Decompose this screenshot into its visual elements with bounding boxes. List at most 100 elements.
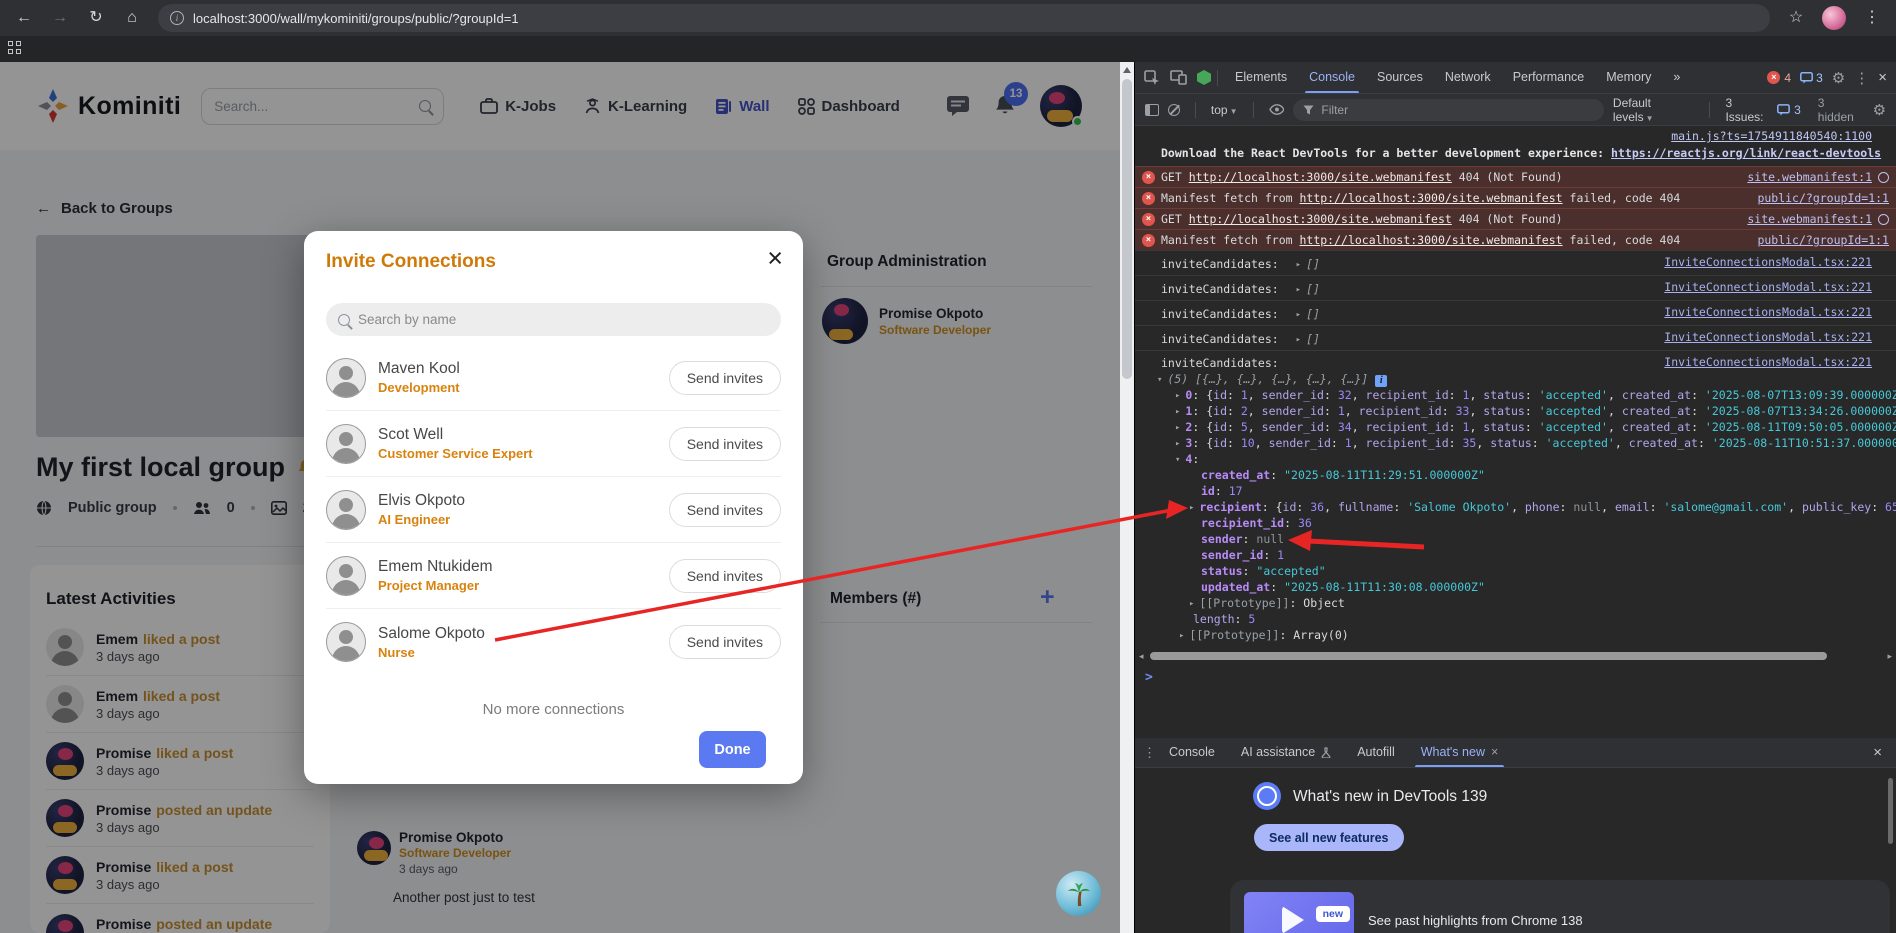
back-icon[interactable]: ← [14,8,34,28]
send-invites-button[interactable]: Send invites [669,427,781,461]
console-log-row[interactable]: inviteCandidates: ▸[] InviteConnectionsM… [1135,300,1896,325]
console-log-row[interactable]: inviteCandidates: ▸[] InviteConnectionsM… [1135,325,1896,350]
source-link[interactable]: site.webmanifest:1 [1747,170,1872,185]
browser-profile-avatar[interactable] [1822,6,1846,30]
console-info-row[interactable]: main.js?ts=1754911840540:1100 Download t… [1135,126,1896,166]
send-invites-button[interactable]: Send invites [669,493,781,527]
apps-grid-icon[interactable] [8,41,24,57]
more-tabs-icon[interactable]: » [1673,62,1680,93]
tab-sources[interactable]: Sources [1377,62,1423,93]
scroll-right-icon[interactable]: ▸ [1887,651,1892,662]
console-filter-input[interactable]: Filter [1293,99,1603,121]
disclosure-icon[interactable]: ▸ [1175,389,1180,404]
drawer-tab-whats-new[interactable]: What's new× [1421,738,1499,767]
devtools-menu-icon[interactable]: ⋮ [1854,69,1869,87]
source-link[interactable]: InviteConnectionsModal.tsx:221 [1664,280,1872,295]
console-error-row[interactable]: × GET http://localhost:3000/site.webmani… [1135,208,1896,229]
palm-tree-fab[interactable] [1056,871,1101,916]
modal-close-icon[interactable]: × [767,243,783,273]
clear-console-icon[interactable] [1168,104,1180,116]
source-link[interactable]: InviteConnectionsModal.tsx:221 [1664,330,1872,345]
disclosure-icon[interactable]: ▸ [1189,501,1194,516]
settings-gear-icon[interactable]: ⚙ [1832,69,1845,87]
page-scrollbar[interactable] [1120,62,1134,933]
issues-link[interactable]: 3 Issues: 3 [1725,96,1800,124]
scrollbar-thumb[interactable] [1122,79,1132,379]
scrollbar-thumb[interactable] [1150,652,1827,660]
forward-icon[interactable]: → [50,8,70,28]
disclosure-icon[interactable]: ▸ [1175,421,1180,436]
site-info-icon[interactable]: i [170,11,184,25]
address-bar[interactable]: i localhost:3000/wall/mykominiti/groups/… [158,4,1770,32]
source-link[interactable]: main.js?ts=1754911840540:1100 [1671,129,1872,144]
eye-icon[interactable] [1269,104,1285,115]
console-settings-gear-icon[interactable]: ⚙ [1873,101,1886,119]
tab-network[interactable]: Network [1445,62,1491,93]
console-log-row[interactable]: inviteCandidates: ▸[] InviteConnectionsM… [1135,250,1896,275]
array-item-line[interactable]: ▾4: [1135,452,1896,468]
drawer-close-icon[interactable]: × [1873,744,1888,761]
disclosure-icon[interactable]: ▸ [1175,437,1180,452]
issues-count-badge[interactable]: 3 [1800,71,1823,85]
array-item-line[interactable]: ▸0: {id: 1, sender_id: 32, recipient_id:… [1135,388,1896,404]
disclosure-icon[interactable]: ▸ [1296,258,1301,273]
home-icon[interactable]: ⌂ [122,8,142,28]
drawer-scrollbar-thumb[interactable] [1888,778,1893,844]
drawer-tab-console[interactable]: Console [1169,738,1215,767]
source-link[interactable]: public/?groupId=1:1 [1757,233,1889,248]
console-error-row[interactable]: × Manifest fetch from http://localhost:3… [1135,229,1896,250]
console-sidebar-icon[interactable] [1145,104,1159,116]
source-link[interactable]: site.webmanifest:1 [1747,212,1872,227]
highlights-card[interactable]: new See past highlights from Chrome 138 [1230,880,1890,933]
devtools-close-icon[interactable]: × [1878,69,1887,86]
array-item-line[interactable]: ▸3: {id: 10, sender_id: 1, recipient_id:… [1135,436,1896,452]
source-link[interactable]: public/?groupId=1:1 [1757,191,1889,206]
console-log-row[interactable]: inviteCandidates: ▸[] InviteConnectionsM… [1135,275,1896,300]
modal-search-input[interactable]: Search by name [326,303,781,336]
bookmark-star-icon[interactable]: ☆ [1786,8,1806,28]
send-invites-button[interactable]: Send invites [669,361,781,395]
drawer-menu-icon[interactable]: ⋮ [1143,745,1156,761]
tab-memory[interactable]: Memory [1606,62,1651,93]
initiator-icon[interactable] [1878,172,1889,183]
disclosure-icon[interactable]: ▸ [1175,405,1180,420]
console-error-row[interactable]: × GET http://localhost:3000/site.webmani… [1135,166,1896,187]
device-toolbar-icon[interactable] [1170,70,1187,85]
console-prompt-icon[interactable]: > [1145,670,1153,685]
send-invites-button[interactable]: Send invites [669,625,781,659]
console-error-row[interactable]: × Manifest fetch from http://localhost:3… [1135,187,1896,208]
disclosure-open-icon[interactable]: ▾ [1157,373,1162,388]
disclosure-icon[interactable]: ▸ [1296,283,1301,298]
array-item-line[interactable]: ▸1: {id: 2, sender_id: 1, recipient_id: … [1135,404,1896,420]
source-link[interactable]: InviteConnectionsModal.tsx:221 [1664,305,1872,320]
disclosure-icon[interactable]: ▸ [1179,629,1184,644]
done-button[interactable]: Done [699,731,766,768]
initiator-icon[interactable] [1878,214,1889,225]
source-link[interactable]: InviteConnectionsModal.tsx:221 [1664,255,1872,270]
send-invites-button[interactable]: Send invites [669,559,781,593]
context-selector[interactable]: top▼ [1211,103,1238,117]
reload-icon[interactable]: ↻ [86,8,106,28]
drawer-tab-ai-assistance[interactable]: AI assistance [1241,738,1331,767]
object-property-line[interactable]: ▸recipient: {id: 36, fullname: 'Salome O… [1135,500,1896,516]
tab-performance[interactable]: Performance [1513,62,1585,93]
close-tab-icon[interactable]: × [1491,738,1498,767]
scroll-up-arrow-icon[interactable] [1123,67,1131,73]
prototype-line[interactable]: ▸[[Prototype]]: Array(0) [1135,628,1896,644]
hidden-messages-label[interactable]: 3 hidden [1818,96,1864,124]
see-all-features-button[interactable]: See all new features [1254,824,1404,851]
array-item-line[interactable]: ▸2: {id: 5, sender_id: 34, recipient_id:… [1135,420,1896,436]
tab-elements[interactable]: Elements [1235,62,1287,93]
console-log-row[interactable]: inviteCandidates: InviteConnectionsModal… [1135,350,1896,372]
extension-hexagon-icon[interactable] [1197,70,1211,85]
disclosure-open-icon[interactable]: ▾ [1175,453,1180,468]
scroll-left-icon[interactable]: ◂ [1139,651,1144,662]
console-horizontal-scrollbar[interactable]: ◂ ▸ [1135,650,1896,662]
error-count-badge[interactable]: ×4 [1767,71,1791,85]
disclosure-icon[interactable]: ▸ [1296,308,1301,323]
log-levels-dropdown[interactable]: Default levels▼ [1613,96,1695,124]
tab-console[interactable]: Console [1309,62,1355,93]
inspect-icon[interactable] [1144,70,1160,86]
video-thumbnail[interactable]: new [1244,892,1354,933]
browser-menu-icon[interactable]: ⋮ [1862,8,1882,28]
